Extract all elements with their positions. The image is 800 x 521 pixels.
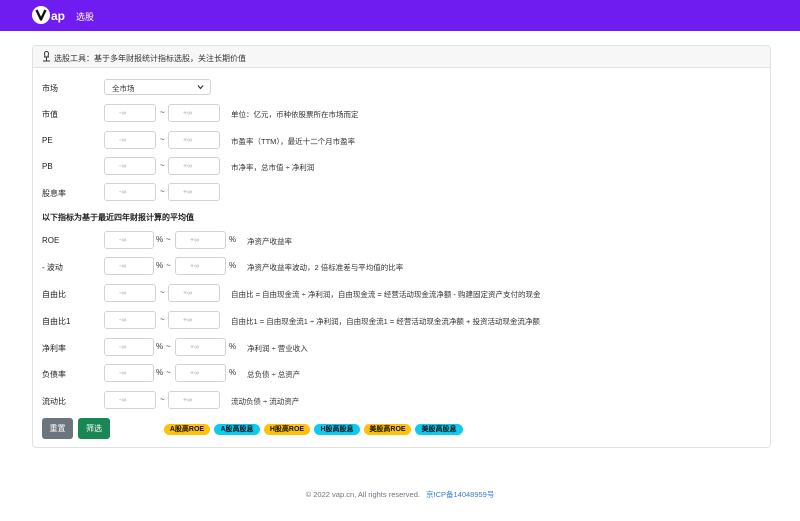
vap-logo[interactable]: ap	[32, 5, 72, 25]
free-cash-ratio1-desc: 自由比1 = 自由现金流1 ÷ 净利润，自由现金流1 = 经营活动现金流净额 +…	[231, 317, 540, 326]
filter-button[interactable]: 筛选	[78, 418, 110, 439]
pb-desc: 市净率，总市值 ÷ 净利润	[231, 163, 315, 172]
market-select[interactable]: 全市场	[104, 79, 211, 95]
range-separator: ~	[160, 315, 165, 324]
reset-button[interactable]: 重置	[42, 418, 73, 439]
market-cap-max-input[interactable]	[168, 104, 220, 122]
pe-min-input[interactable]	[104, 131, 156, 149]
percent-unit: %	[229, 368, 237, 377]
chevron-down-icon	[197, 85, 204, 90]
debt-ratio-desc: 总负债 ÷ 总资产	[247, 370, 301, 379]
percent-unit: %	[229, 342, 237, 351]
current-ratio-max-input[interactable]	[168, 391, 220, 409]
card-header-text: 选股工具：基于多年财报统计指标选股，关注长期价值	[54, 54, 246, 63]
percent-unit: %	[156, 235, 164, 244]
debt-ratio-label: 负债率	[42, 370, 66, 379]
stock-screener-card: 选股工具：基于多年财报统计指标选股，关注长期价值 市场 全市场 市值 ~ 单位：…	[32, 45, 771, 448]
preset-a-high-dividend[interactable]: A股高股息	[214, 424, 260, 435]
card-header: 选股工具：基于多年财报统计指标选股，关注长期价值	[33, 46, 770, 68]
roe-volatility-desc: 净资产收益率波动，2 倍标准差与平均值的比率	[247, 263, 404, 272]
current-ratio-desc: 流动负债 ÷ 流动资产	[231, 397, 300, 406]
percent-unit: %	[156, 261, 164, 270]
percent-unit: %	[229, 235, 237, 244]
free-cash-ratio-label: 自由比	[42, 290, 66, 299]
market-cap-desc: 单位：亿元，币种依股票所在市场而定	[231, 110, 359, 119]
range-separator: ~	[160, 161, 165, 170]
dividend-yield-min-input[interactable]	[104, 183, 156, 201]
nav-title[interactable]: 选股	[76, 10, 94, 23]
pb-min-input[interactable]	[104, 157, 156, 175]
free-cash-ratio1-label: 自由比1	[42, 317, 71, 326]
range-separator: ~	[160, 288, 165, 297]
roe-volatility-min-input[interactable]	[104, 257, 154, 275]
current-ratio-label: 流动比	[42, 397, 66, 406]
net-margin-label: 净利率	[42, 344, 66, 353]
preset-us-high-roe[interactable]: 美股高ROE	[364, 424, 411, 435]
roe-label: ROE	[42, 236, 60, 245]
range-separator: ~	[160, 108, 165, 117]
pb-label: PB	[42, 162, 53, 171]
debt-ratio-min-input[interactable]	[104, 364, 154, 382]
range-separator: ~	[160, 395, 165, 404]
pe-desc: 市盈率（TTM），最近十二个月市盈率	[231, 137, 356, 146]
free-cash-ratio1-max-input[interactable]	[168, 311, 220, 329]
dividend-yield-label: 股息率	[42, 189, 66, 198]
debt-ratio-max-input[interactable]	[175, 364, 226, 382]
roe-volatility-max-input[interactable]	[175, 257, 226, 275]
net-margin-min-input[interactable]	[104, 338, 154, 356]
pe-max-input[interactable]	[168, 131, 220, 149]
market-cap-label: 市值	[42, 110, 58, 119]
percent-unit: %	[156, 342, 164, 351]
roe-volatility-label: - 波动	[42, 263, 63, 272]
range-separator: ~	[160, 135, 165, 144]
navbar: ap 选股	[0, 0, 800, 31]
free-cash-ratio-min-input[interactable]	[104, 284, 156, 302]
percent-unit: %	[156, 368, 164, 377]
percent-unit: %	[229, 261, 237, 270]
preset-us-high-dividend[interactable]: 美股高股息	[415, 424, 463, 435]
market-label: 市场	[42, 84, 58, 93]
roe-max-input[interactable]	[175, 231, 226, 249]
range-separator: ~	[166, 235, 171, 244]
market-cap-min-input[interactable]	[104, 104, 156, 122]
preset-h-high-roe[interactable]: H股高ROE	[264, 424, 310, 435]
net-margin-desc: 净利润 ÷ 营业收入	[247, 344, 308, 353]
free-cash-ratio1-min-input[interactable]	[104, 311, 156, 329]
filter-tool-icon	[43, 51, 50, 62]
market-selected-value: 全市场	[112, 84, 135, 93]
dividend-yield-max-input[interactable]	[168, 183, 220, 201]
svg-text:ap: ap	[51, 9, 65, 23]
net-margin-max-input[interactable]	[175, 338, 226, 356]
range-separator: ~	[160, 187, 165, 196]
free-cash-ratio-max-input[interactable]	[168, 284, 220, 302]
pe-label: PE	[42, 136, 53, 145]
footer: © 2022 vap.cn, All rights reserved. 京ICP备…	[0, 489, 800, 500]
section-title: 以下指标为基于最近四年财报计算的平均值	[42, 213, 194, 222]
free-cash-ratio-desc: 自由比 = 自由现金流 ÷ 净利润，自由现金流 = 经营活动现金流净额 - 购建…	[231, 290, 541, 299]
range-separator: ~	[166, 342, 171, 351]
copyright-text: © 2022 vap.cn, All rights reserved.	[305, 490, 420, 499]
range-separator: ~	[166, 368, 171, 377]
preset-h-high-dividend[interactable]: H股高股息	[314, 424, 360, 435]
preset-a-high-roe[interactable]: A股高ROE	[164, 424, 210, 435]
range-separator: ~	[166, 261, 171, 270]
icp-link[interactable]: 京ICP备14048959号	[426, 490, 494, 499]
pb-max-input[interactable]	[168, 157, 220, 175]
current-ratio-min-input[interactable]	[104, 391, 156, 409]
roe-min-input[interactable]	[104, 231, 154, 249]
roe-desc: 净资产收益率	[247, 237, 292, 246]
